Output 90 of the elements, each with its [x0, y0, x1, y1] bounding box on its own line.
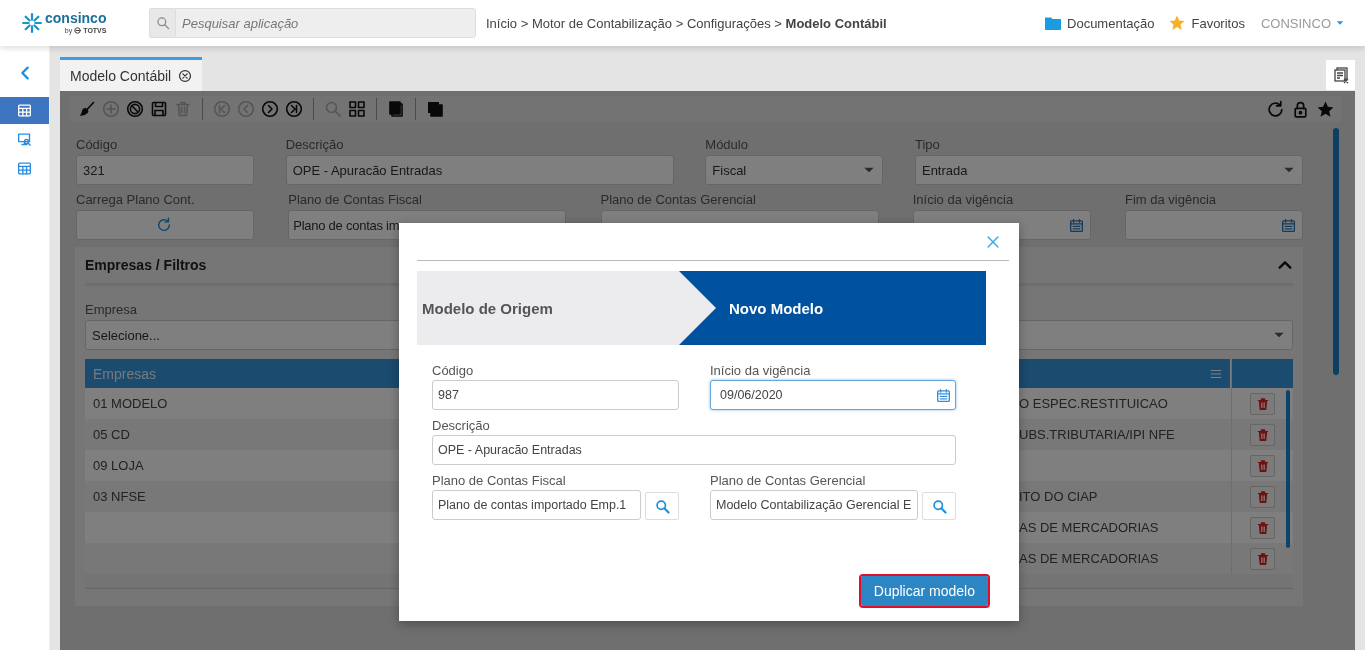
header-link[interactable]: Documentação — [1044, 14, 1155, 32]
calendar-icon — [1281, 217, 1296, 233]
duplicate-button[interactable]: Duplicar modelo — [860, 576, 988, 606]
select-field[interactable]: Fiscal — [705, 155, 884, 185]
grid-icon[interactable] — [348, 100, 366, 118]
layers-icon[interactable] — [426, 100, 444, 118]
table-cell: 09 LOJA — [93, 458, 144, 473]
input-field[interactable]: 321 — [76, 155, 254, 185]
field-label: Módulo — [705, 137, 748, 153]
calendar-icon — [936, 387, 951, 403]
field-label: Código — [432, 363, 474, 379]
field-label: Descrição — [432, 418, 490, 434]
search-icon — [654, 498, 670, 514]
refresh-icon — [156, 217, 172, 233]
lock-icon[interactable] — [1291, 99, 1310, 119]
delete-button[interactable] — [1250, 485, 1275, 508]
close-tabs-button[interactable] — [1326, 60, 1355, 90]
header-link[interactable]: Favoritos — [1168, 14, 1245, 32]
search-button[interactable] — [645, 492, 679, 520]
logo-icon — [22, 13, 42, 33]
input-field[interactable]: 987 — [432, 380, 679, 410]
field-label: Plano de Contas Gerencial — [710, 473, 866, 489]
logo-text: consinco — [45, 11, 107, 26]
brand-icon — [74, 27, 82, 34]
wizard-step: Modelo de Origem — [417, 271, 716, 345]
field-label: Plano de Contas Gerencial — [600, 192, 756, 208]
sidebar-item[interactable] — [0, 97, 49, 124]
table-cell: 05 CD — [93, 427, 130, 442]
table-cell: ITO DO CIAP — [1019, 489, 1098, 504]
delete-button[interactable] — [1250, 392, 1275, 415]
search-button[interactable] — [922, 492, 956, 520]
search-field[interactable]: Pesquisar aplicação — [175, 8, 476, 38]
field-label: Descrição — [285, 137, 344, 153]
table-cell: AS DE MERCADORIAS — [1019, 551, 1159, 566]
trash-icon — [1255, 396, 1270, 411]
field-label: Empresa — [85, 302, 138, 318]
input-field[interactable]: OPE - Apuracão Entradas — [285, 155, 674, 185]
last-icon[interactable] — [285, 100, 303, 118]
input-field[interactable]: OPE - Apuracão Entradas — [432, 435, 956, 465]
star-icon — [1168, 14, 1187, 32]
delete-button[interactable] — [1250, 547, 1275, 570]
field-label: Início da vigência — [710, 363, 811, 379]
search-button[interactable] — [149, 8, 175, 38]
table-icon — [17, 103, 32, 118]
brush-icon[interactable] — [78, 100, 96, 118]
field-label: Início da vigência — [912, 192, 1014, 208]
table-cell: 03 NFSE — [93, 489, 146, 504]
scrollbar[interactable] — [1286, 390, 1290, 548]
refresh-icon[interactable] — [1266, 99, 1285, 119]
column-header: Empresas — [92, 364, 158, 384]
delete-button[interactable] — [1250, 516, 1275, 539]
trash-icon — [1255, 551, 1270, 566]
monitor-icon — [17, 132, 32, 147]
field-label: Código — [76, 137, 118, 153]
close-icon[interactable] — [178, 68, 193, 83]
date-field[interactable] — [1125, 210, 1303, 240]
panel-title: Empresas / Filtros — [85, 257, 207, 273]
table-cell: UBS.TRIBUTARIA/IPI NFE — [1019, 427, 1175, 442]
search-icon[interactable] — [155, 16, 170, 30]
trash-icon — [1255, 489, 1270, 504]
table-cell: O ESPEC.RESTITUICAO — [1019, 396, 1168, 411]
trash-icon — [1255, 458, 1270, 473]
save-icon[interactable] — [150, 100, 168, 118]
field-label: Plano de Contas Fiscal — [432, 473, 566, 489]
next-icon[interactable] — [261, 100, 279, 118]
table-cell: 01 MODELO — [93, 396, 168, 411]
input-field[interactable]: Modelo Contabilização Gerencial E — [710, 490, 918, 520]
field-label: Tipo — [914, 137, 940, 153]
calendar-icon — [1068, 217, 1084, 233]
table-icon — [17, 161, 32, 176]
trash-icon — [1255, 520, 1270, 535]
cancel-icon[interactable] — [126, 100, 144, 118]
table-cell: AS DE MERCADORIAS — [1019, 520, 1159, 535]
field-label: Plano de Contas Fiscal — [288, 192, 422, 208]
breadcrumb: Início > Motor de Contabilização > Configurações > Modelo Contábil — [486, 15, 888, 31]
tab[interactable]: Modelo Contábil — [60, 57, 203, 91]
copy-icon[interactable] — [387, 100, 405, 118]
search-icon — [931, 498, 947, 514]
select-field[interactable]: Entrada — [914, 155, 1303, 185]
field-label: Carrega Plano Cont. — [76, 192, 195, 208]
trash-icon — [1255, 427, 1270, 442]
star-icon[interactable] — [1316, 99, 1335, 119]
document-close-icon — [1331, 66, 1350, 84]
date-field[interactable]: 09/06/2020 — [710, 380, 956, 410]
delete-button[interactable] — [1250, 454, 1275, 477]
wizard-step: Novo Modelo — [679, 271, 986, 345]
delete-button[interactable] — [1250, 423, 1275, 446]
field-label: Fim da vigência — [1125, 192, 1217, 208]
scrollbar[interactable] — [1333, 128, 1339, 375]
input-field[interactable]: Plano de contas importado Emp.1 — [432, 490, 641, 520]
